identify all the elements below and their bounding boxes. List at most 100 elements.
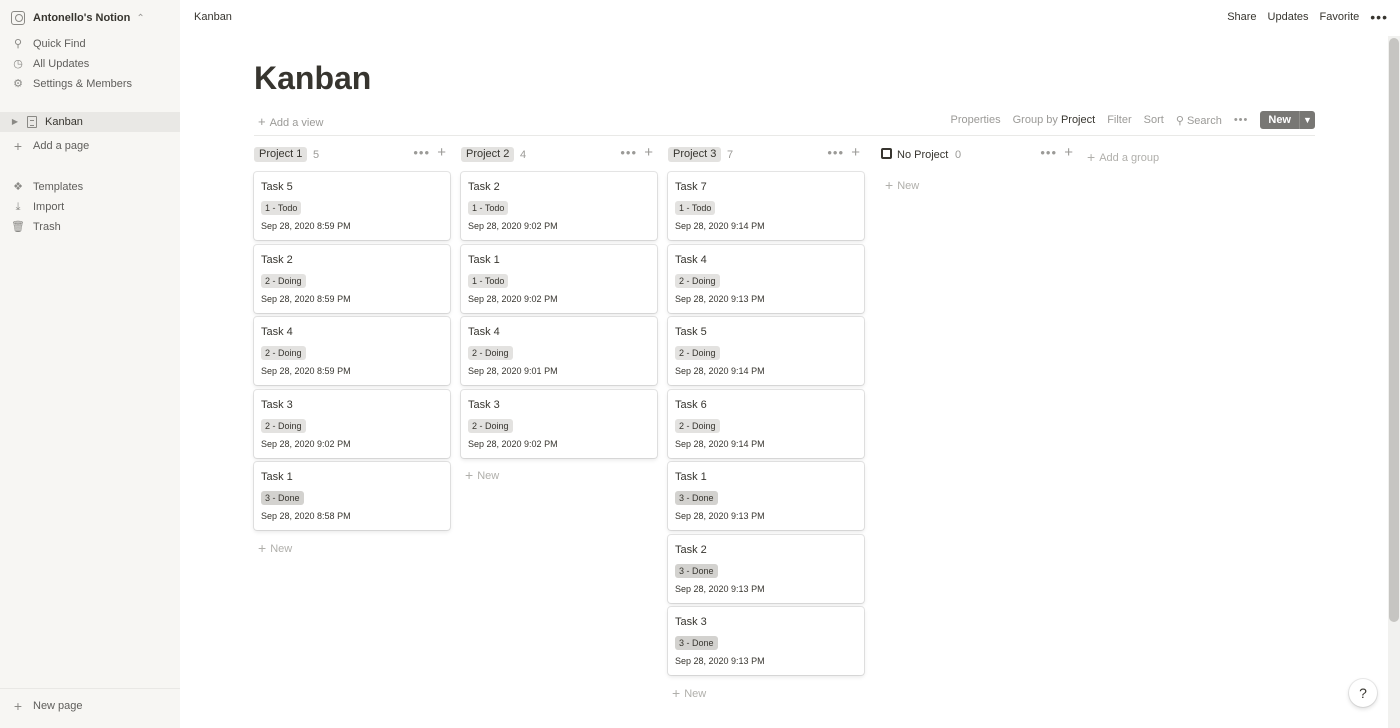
new-card-label: New — [684, 687, 707, 700]
card-date: Sep 28, 2020 9:13 PM — [675, 583, 765, 594]
topbar: Kanban Share Updates Favorite ••• — [180, 0, 1400, 36]
column-header[interactable]: No Project 0 ••• + — [881, 145, 1077, 164]
new-card-label: New — [477, 470, 500, 482]
sidebar-item-label: Templates — [33, 181, 84, 193]
status-badge: 3 - Done — [675, 636, 718, 650]
sidebar-item-quick-find[interactable]: ⚲ Quick Find — [11, 35, 86, 53]
status-badge: 2 - Doing — [675, 346, 720, 360]
page-icon — [27, 116, 37, 128]
sidebar-item-settings[interactable]: ⚙ Settings & Members — [11, 75, 132, 93]
search-button[interactable]: ⚲ Search — [1176, 114, 1222, 127]
card-title: Task 3 — [261, 398, 293, 411]
workspace-switcher[interactable]: Antonello's Notion ⌃ — [11, 9, 145, 27]
sidebar-add-page[interactable]: + Add a page — [11, 137, 89, 155]
kanban-card[interactable]: Task 1 1 - Todo Sep 28, 2020 9:02 PM — [461, 244, 657, 313]
card-date: Sep 28, 2020 9:02 PM — [468, 438, 558, 449]
column-more-icon[interactable]: ••• — [413, 145, 430, 160]
gear-icon: ⚙ — [13, 78, 23, 90]
kanban-card[interactable]: Task 2 2 - Doing Sep 28, 2020 8:59 PM — [254, 244, 450, 313]
help-button[interactable]: ? — [1349, 679, 1377, 707]
kanban-card[interactable]: Task 5 2 - Doing Sep 28, 2020 9:14 PM — [668, 317, 864, 385]
status-badge: 3 - Done — [675, 491, 718, 505]
group-by-button[interactable]: Group by Project — [1013, 114, 1096, 126]
add-view-button[interactable]: + Add a view — [258, 114, 323, 129]
add-view-label: Add a view — [269, 117, 324, 129]
plus-icon: + — [672, 684, 681, 701]
column-add-icon[interactable]: + — [851, 145, 860, 161]
sidebar-item-label: New page — [33, 700, 83, 712]
kanban-card[interactable]: Task 4 2 - Doing Sep 28, 2020 9:01 PM — [461, 317, 657, 385]
kanban-card[interactable]: Task 4 2 - Doing Sep 28, 2020 8:59 PM — [254, 317, 450, 385]
board-column: Project 2 4 ••• + Task 2 1 - Todo Sep 28, 2020… — [461, 145, 657, 483]
import-icon: ⤓ — [15, 201, 21, 213]
new-card-button[interactable]: + New — [885, 177, 919, 193]
kanban-card[interactable]: Task 4 2 - Doing Sep 28, 2020 9:13 PM — [668, 244, 864, 313]
more-menu-button[interactable]: ••• — [1370, 10, 1388, 24]
sidebar-item-all-updates[interactable]: ◷ All Updates — [11, 55, 89, 73]
kanban-card[interactable]: Task 5 1 - Todo Sep 28, 2020 8:59 PM — [254, 172, 450, 240]
workspace-icon — [11, 11, 25, 25]
card-date: Sep 28, 2020 9:01 PM — [468, 366, 558, 376]
card-title: Task 2 — [468, 181, 500, 193]
filter-button[interactable]: Filter — [1107, 114, 1131, 126]
add-group-label: Add a group — [1099, 152, 1160, 164]
column-more-icon[interactable]: ••• — [1040, 145, 1057, 160]
caret-right-icon[interactable]: ▶ — [11, 115, 19, 129]
properties-button[interactable]: Properties — [950, 114, 1000, 126]
kanban-card[interactable]: Task 2 1 - Todo Sep 28, 2020 9:02 PM — [461, 172, 657, 240]
card-title: Task 7 — [675, 181, 707, 193]
sidebar-item-trash[interactable]: 🗑 Trash — [11, 218, 61, 236]
new-card-button[interactable]: + New — [465, 467, 499, 483]
new-card-button[interactable]: + New — [672, 685, 706, 701]
sidebar-item-import[interactable]: ⤓ Import — [11, 198, 65, 216]
page-title[interactable]: Kanban — [254, 60, 371, 97]
topbar-actions: Share Updates Favorite ••• — [1227, 10, 1388, 24]
column-more-icon[interactable]: ••• — [827, 145, 844, 160]
view-more-button[interactable]: ••• — [1234, 115, 1249, 126]
column-name: No Project — [897, 149, 949, 161]
column-more-icon[interactable]: ••• — [620, 145, 637, 160]
sidebar-item-label: Add a page — [33, 140, 90, 152]
share-button[interactable]: Share — [1227, 11, 1256, 23]
favorite-button[interactable]: Favorite — [1320, 11, 1360, 23]
kanban-card[interactable]: Task 2 3 - Done Sep 28, 2020 9:13 PM — [668, 534, 864, 603]
sort-button[interactable]: Sort — [1144, 114, 1164, 126]
card-title: Task 1 — [261, 471, 293, 483]
column-header[interactable]: Project 2 4 ••• + — [461, 145, 657, 164]
group-by-label: Group by — [1012, 114, 1058, 126]
sidebar-item-templates[interactable]: ❖ Templates — [11, 178, 83, 196]
add-group-button[interactable]: + Add a group — [1087, 149, 1159, 165]
plus-icon: + — [885, 177, 894, 193]
column-add-icon[interactable]: + — [1064, 145, 1073, 161]
sidebar-new-page[interactable]: + New page — [11, 697, 83, 715]
card-title: Task 3 — [675, 616, 707, 628]
kanban-card[interactable]: Task 6 2 - Doing Sep 28, 2020 9:14 PM — [668, 389, 864, 458]
sidebar-item-label: Settings & Members — [33, 78, 133, 90]
new-button[interactable]: New ▼ — [1260, 111, 1315, 129]
column-count: 5 — [313, 149, 320, 161]
inbox-icon — [881, 148, 892, 159]
kanban-card[interactable]: Task 3 2 - Doing Sep 28, 2020 9:02 PM — [461, 389, 657, 458]
new-card-button[interactable]: + New — [258, 540, 292, 556]
column-add-icon[interactable]: + — [644, 145, 653, 161]
status-badge: 2 - Doing — [675, 273, 720, 288]
column-header[interactable]: Project 3 7 ••• + — [668, 145, 864, 164]
status-badge: 2 - Doing — [468, 346, 513, 360]
status-badge: 3 - Done — [261, 491, 304, 505]
view-tools: Properties Group by Project Filter Sort … — [950, 111, 1315, 129]
kanban-card[interactable]: Task 3 3 - Done Sep 28, 2020 9:13 PM — [668, 607, 864, 675]
card-date: Sep 28, 2020 9:14 PM — [675, 438, 765, 449]
kanban-card[interactable]: Task 7 1 - Todo Sep 28, 2020 9:14 PM — [668, 172, 864, 240]
group-by-value: Project — [1060, 114, 1096, 126]
breadcrumb[interactable]: Kanban — [194, 11, 232, 23]
sidebar-item-kanban[interactable]: ▶ Kanban — [11, 113, 83, 131]
chevron-down-icon[interactable]: ▼ — [1299, 111, 1315, 129]
new-button-label[interactable]: New — [1260, 111, 1299, 129]
kanban-card[interactable]: Task 3 2 - Doing Sep 28, 2020 9:02 PM — [254, 389, 450, 458]
kanban-card[interactable]: Task 1 3 - Done Sep 28, 2020 8:58 PM — [254, 462, 450, 530]
updates-button[interactable]: Updates — [1268, 11, 1309, 23]
scrollbar-thumb[interactable] — [1389, 38, 1399, 622]
column-header[interactable]: Project 1 5 ••• + — [254, 145, 450, 164]
column-add-icon[interactable]: + — [437, 145, 446, 161]
kanban-card[interactable]: Task 1 3 - Done Sep 28, 2020 9:13 PM — [668, 462, 864, 530]
